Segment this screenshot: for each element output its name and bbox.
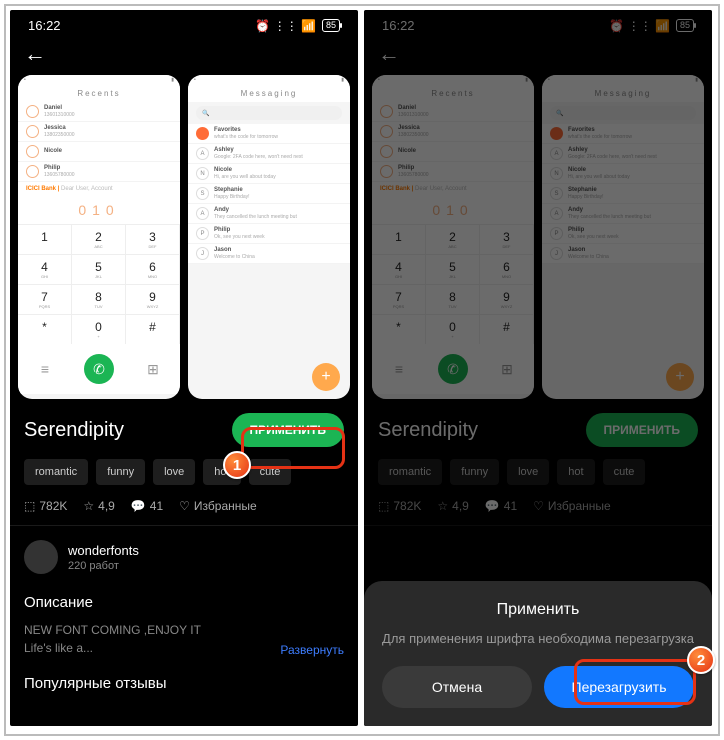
theme-title: Serendipity [24,419,124,442]
stat-comments: 💬 41 [131,499,163,513]
dial-display: 010 [18,196,180,224]
tag-list: romanticfunnylovehotcute [10,453,358,495]
dialog-title: Применить [382,601,694,619]
phone-left: 16:22 ⏰ ⋮⋮ 📶 85 ← •▮ Recents Daniel13601… [10,10,358,726]
confirm-dialog: Применить Для применения шрифта необходи… [364,581,712,727]
preview-title: Messaging [188,85,350,102]
status-icons: ⏰ ⋮⋮ 📶 85 [255,19,340,33]
stat-favorite[interactable]: ♡ Избранные [179,499,257,513]
back-icon[interactable]: ← [24,41,46,66]
status-time: 16:22 [28,18,61,33]
grid-icon: ⊞ [138,361,168,378]
search-input: 🔍 [196,106,342,120]
apply-button[interactable]: ПРИМЕНИТЬ [232,413,345,447]
tag-funny[interactable]: funny [96,459,145,485]
theme-previews: •▮ Recents Daniel13601310000Jessica13802… [10,75,358,399]
keypad: 12ABC3DEF4GHI5JKL6MNO7PQRS8TUV9WXYZ*0+# [18,224,180,344]
expand-link[interactable]: Развернуть [280,643,344,657]
stats-row: ⬚ 782K ☆ 4,9 💬 41 ♡ Избранные [10,495,358,526]
preview-title: Recents [18,85,180,102]
author-works: 220 работ [68,560,139,572]
description-text: NEW FONT COMING ,ENJOY IT Life's like a.… [24,621,201,657]
tag-cute[interactable]: cute [249,459,292,485]
reviews-heading: Популярные отзывы [10,669,358,698]
reboot-button[interactable]: Перезагрузить [544,666,694,708]
compose-fab[interactable]: + [312,363,340,391]
author-row[interactable]: wonderfonts 220 работ [10,526,358,588]
status-bar: 16:22 ⏰ ⋮⋮ 📶 85 [10,10,358,37]
preview-dialer[interactable]: •▮ Recents Daniel13601310000Jessica13802… [18,75,180,399]
tag-love[interactable]: love [153,459,195,485]
stat-downloads: ⬚ 782K [24,499,67,513]
preview-messaging[interactable]: •▮ Messaging 🔍 Favoriteswhat's the code … [188,75,350,399]
author-name: wonderfonts [68,543,139,558]
call-button[interactable]: ✆ [84,354,114,384]
cancel-button[interactable]: Отмена [382,666,532,708]
tag-romantic[interactable]: romantic [24,459,88,485]
description-heading: Описание [10,588,358,617]
author-avatar [24,540,58,574]
menu-icon: ≡ [30,361,60,377]
phone-right: 16:22 ⏰ ⋮⋮ 📶 85 ← •▮ Recents Daniel13601… [364,10,712,726]
dialog-message: Для применения шрифта необходима перезаг… [382,629,694,649]
stat-rating: ☆ 4,9 [83,499,114,513]
annotation-marker-2: 2 [687,646,715,674]
annotation-marker-1: 1 [223,451,251,479]
